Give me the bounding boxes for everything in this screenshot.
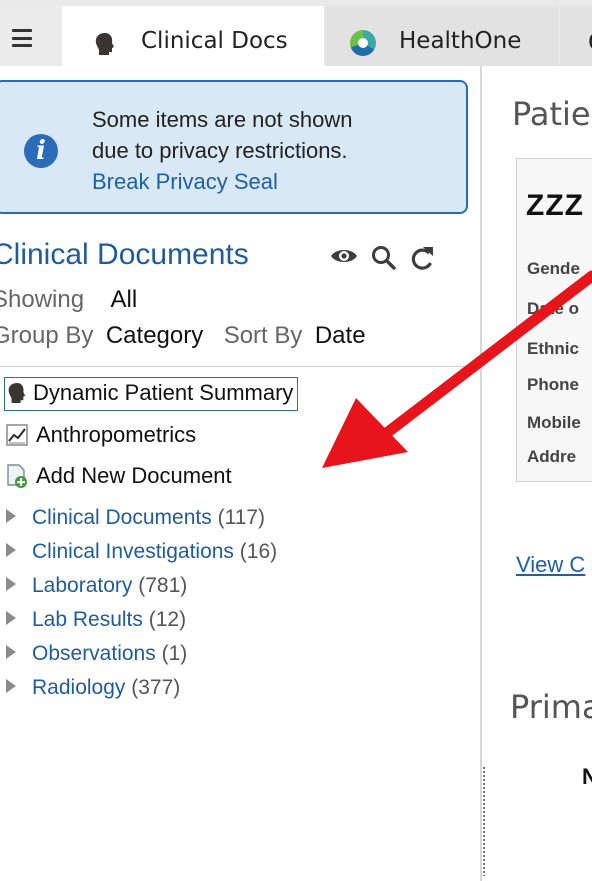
head-silhouette-icon bbox=[8, 383, 26, 403]
item-label: Anthropometrics bbox=[36, 422, 197, 447]
expand-triangle-icon[interactable] bbox=[6, 645, 16, 660]
view-link[interactable]: View C bbox=[516, 552, 585, 578]
tree-item[interactable]: Lab Results (12) bbox=[6, 606, 277, 640]
tab-third[interactable]: C bbox=[560, 6, 592, 66]
column-label: N bbox=[582, 764, 592, 789]
search-icon[interactable] bbox=[371, 245, 397, 271]
tab-label: HealthOne bbox=[399, 28, 522, 54]
expand-triangle-icon[interactable] bbox=[6, 543, 16, 558]
category-tree: Clinical Documents (117) Clinical Invest… bbox=[6, 504, 277, 708]
expand-triangle-icon[interactable] bbox=[6, 611, 16, 626]
dynamic-patient-summary-item[interactable]: Dynamic Patient Summary bbox=[4, 377, 299, 411]
field-label: Mobile bbox=[527, 413, 581, 432]
field-label: Phone bbox=[527, 375, 579, 394]
patient-name: ZZZ bbox=[526, 189, 584, 222]
privacy-notice: i Some items are not shown due to privac… bbox=[0, 80, 468, 214]
menu-button[interactable] bbox=[0, 6, 62, 66]
item-label: Dynamic Patient Summary bbox=[33, 380, 294, 405]
tab-clinical-docs[interactable]: Clinical Docs bbox=[62, 6, 324, 66]
privacy-message-line: due to privacy restrictions. bbox=[92, 138, 348, 163]
healthone-logo-icon bbox=[350, 30, 376, 56]
privacy-message-line: Some items are not shown bbox=[92, 107, 353, 132]
expand-triangle-icon[interactable] bbox=[6, 679, 16, 694]
sort-by-label: Sort By bbox=[223, 322, 303, 349]
tree-item[interactable]: Observations (1) bbox=[6, 640, 277, 674]
add-document-icon bbox=[7, 464, 27, 488]
tab-label: C bbox=[588, 28, 592, 56]
splitter-grip-icon[interactable] bbox=[482, 766, 486, 876]
showing-value[interactable]: All bbox=[111, 286, 138, 313]
panel-splitter[interactable] bbox=[480, 66, 482, 881]
divider bbox=[0, 366, 478, 367]
patient-section-title: Patie bbox=[512, 95, 591, 133]
field-label: Gende bbox=[527, 259, 580, 278]
field-label: Date o bbox=[527, 299, 579, 318]
tree-item[interactable]: Laboratory (781) bbox=[6, 572, 277, 606]
tree-item[interactable]: Clinical Documents (117) bbox=[6, 504, 277, 538]
chart-icon bbox=[6, 424, 28, 446]
showing-label: Showing bbox=[0, 286, 85, 313]
info-icon: i bbox=[24, 134, 58, 168]
tab-healthone[interactable]: HealthOne bbox=[326, 6, 558, 66]
tab-bar: Clinical Docs HealthOne C bbox=[0, 0, 592, 66]
patient-card: ZZZ Gende Date o Ethnic Phone Mobile Add… bbox=[516, 158, 592, 482]
hamburger-icon bbox=[12, 29, 32, 47]
tree-item[interactable]: Clinical Investigations (16) bbox=[6, 538, 277, 572]
panel-title: Clinical Documents bbox=[0, 238, 249, 271]
showing-filter[interactable]: Showing All bbox=[0, 286, 137, 314]
refresh-icon[interactable] bbox=[409, 244, 435, 272]
item-label: Add New Document bbox=[36, 463, 232, 488]
expand-triangle-icon[interactable] bbox=[6, 509, 16, 524]
break-privacy-seal-link[interactable]: Break Privacy Seal bbox=[92, 166, 352, 197]
group-by-value[interactable]: Category bbox=[106, 322, 203, 349]
group-sort-controls: Group By Category Sort By Date bbox=[0, 322, 366, 350]
field-label: Ethnic bbox=[527, 339, 579, 358]
sort-by-value[interactable]: Date bbox=[315, 322, 366, 349]
documents-panel: i Some items are not shown due to privac… bbox=[0, 66, 480, 881]
head-silhouette-icon bbox=[95, 33, 114, 55]
group-by-label: Group By bbox=[0, 322, 94, 349]
tab-label: Clinical Docs bbox=[141, 28, 288, 54]
primary-section-title: Prima bbox=[510, 688, 592, 726]
anthropometrics-item[interactable]: Anthropometrics bbox=[6, 422, 196, 448]
tree-item[interactable]: Radiology (377) bbox=[6, 674, 277, 708]
expand-triangle-icon[interactable] bbox=[6, 577, 16, 592]
eye-icon[interactable] bbox=[330, 246, 358, 266]
add-new-document-item[interactable]: Add New Document bbox=[6, 463, 232, 489]
field-label: Addre bbox=[527, 447, 577, 466]
